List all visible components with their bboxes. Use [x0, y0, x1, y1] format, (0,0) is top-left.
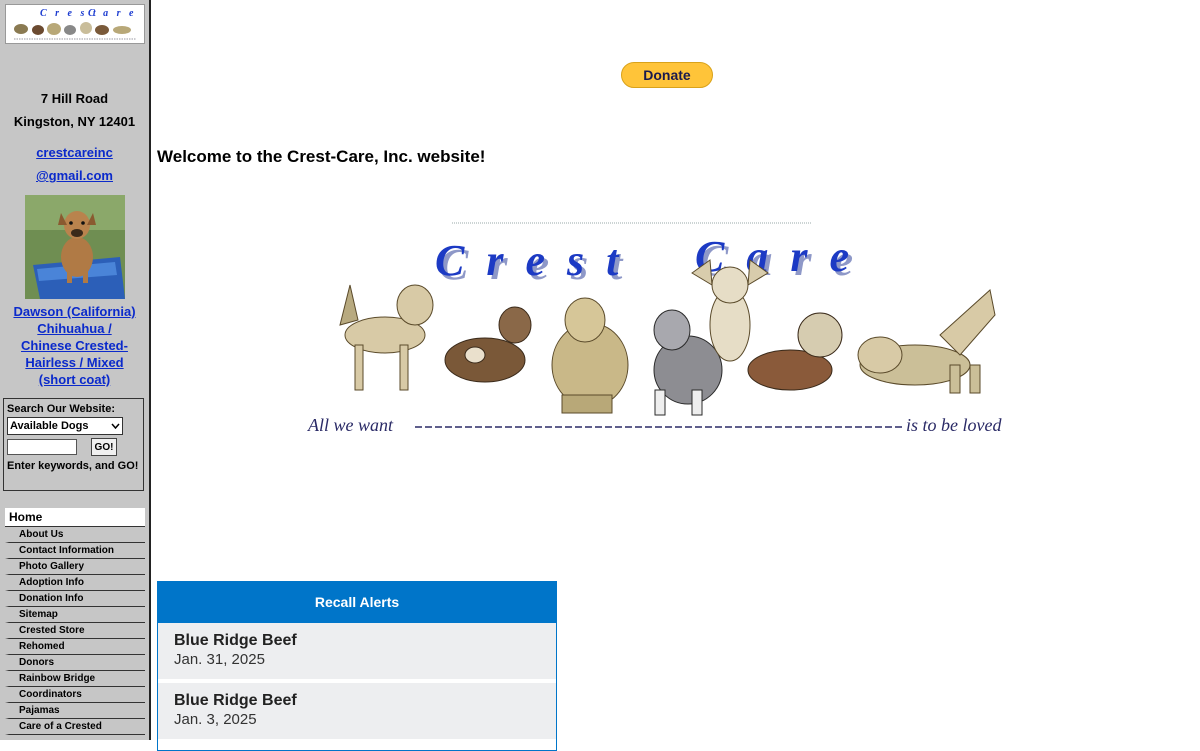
recall-alerts-header: Recall Alerts	[158, 582, 556, 623]
featured-dog-photo[interactable]	[25, 195, 125, 299]
go-button[interactable]: GO!	[91, 438, 117, 456]
site-search-box: Search Our Website: Available Dogs GO! E…	[3, 398, 144, 491]
nav-item-photo-gallery[interactable]: Photo Gallery	[5, 559, 145, 575]
search-label: Search Our Website:	[7, 403, 115, 415]
recall-entry[interactable]: Blue Ridge Beef Jan. 31, 2025	[158, 623, 556, 679]
donate-button[interactable]: Donate	[621, 62, 713, 88]
sidebar: C r e s t C a r e 7 Hill Road Kingston, …	[0, 0, 151, 740]
nav-item-home[interactable]: Home	[5, 508, 145, 527]
page-title: Welcome to the Crest-Care, Inc. website!	[157, 147, 486, 166]
recall-entry-title[interactable]: Blue Ridge Beef	[174, 632, 540, 650]
address-city: Kingston, NY 12401	[13, 114, 136, 129]
nav-item-rehomed[interactable]: Rehomed	[5, 639, 145, 655]
recall-entry-title[interactable]: Blue Ridge Beef	[174, 692, 540, 710]
email-link-part1[interactable]: crestcareinc	[0, 145, 149, 160]
svg-text:C a r e: C a r e	[88, 8, 137, 19]
recall-alerts-panel: Recall Alerts Blue Ridge Beef Jan. 31, 2…	[157, 581, 557, 751]
featured-dog-line[interactable]: (short coat)	[0, 371, 149, 388]
nav-item-pajamas[interactable]: Pajamas	[5, 703, 145, 719]
recall-entry-date: Jan. 3, 2025	[174, 711, 257, 728]
nav-item-sitemap[interactable]: Sitemap	[5, 607, 145, 623]
recall-entry-date: Jan. 31, 2025	[174, 651, 265, 668]
address-street: 7 Hill Road	[40, 91, 109, 106]
nav-item-contact-information[interactable]: Contact Information	[5, 543, 145, 559]
search-hint: Enter keywords, and GO!	[7, 460, 139, 472]
nav-item-care-of-a-crested[interactable]: Care of a Crested	[5, 719, 145, 735]
featured-dog-link[interactable]: Dawson (California) Chihuahua / Chinese …	[0, 303, 149, 388]
crest-care-logo[interactable]: C r e s t C a r e	[5, 4, 145, 44]
nav-item-donors[interactable]: Donors	[5, 655, 145, 671]
recall-entry[interactable]: Blue Ridge Beef Jan. 3, 2025	[158, 683, 556, 739]
crest-care-banner: Crest Crest Care Care All we want is to …	[300, 215, 1020, 445]
banner-title-word1: Crest	[435, 236, 640, 285]
main-navigation: Home About Us Contact Information Photo …	[5, 508, 145, 735]
featured-dog-line[interactable]: Dawson (California)	[0, 303, 149, 320]
banner-tagline-left: All we want	[307, 415, 394, 435]
featured-dog-line[interactable]: Chihuahua /	[0, 320, 149, 337]
featured-dog-line[interactable]: Hairless / Mixed	[0, 354, 149, 371]
search-input[interactable]	[7, 439, 77, 455]
nav-item-adoption-info[interactable]: Adoption Info	[5, 575, 145, 591]
nav-item-crested-store[interactable]: Crested Store	[5, 623, 145, 639]
chevron-down-icon	[111, 420, 120, 432]
search-category-value: Available Dogs	[10, 420, 89, 432]
nav-item-about-us[interactable]: About Us	[5, 527, 145, 543]
featured-dog-line[interactable]: Chinese Crested-	[0, 337, 149, 354]
banner-tagline-right: is to be loved	[906, 415, 1002, 435]
nav-item-donation-info[interactable]: Donation Info	[5, 591, 145, 607]
nav-item-rainbow-bridge[interactable]: Rainbow Bridge	[5, 671, 145, 687]
nav-item-coordinators[interactable]: Coordinators	[5, 687, 145, 703]
search-category-select[interactable]: Available Dogs	[7, 417, 123, 435]
email-link-part2[interactable]: @gmail.com	[0, 168, 149, 183]
